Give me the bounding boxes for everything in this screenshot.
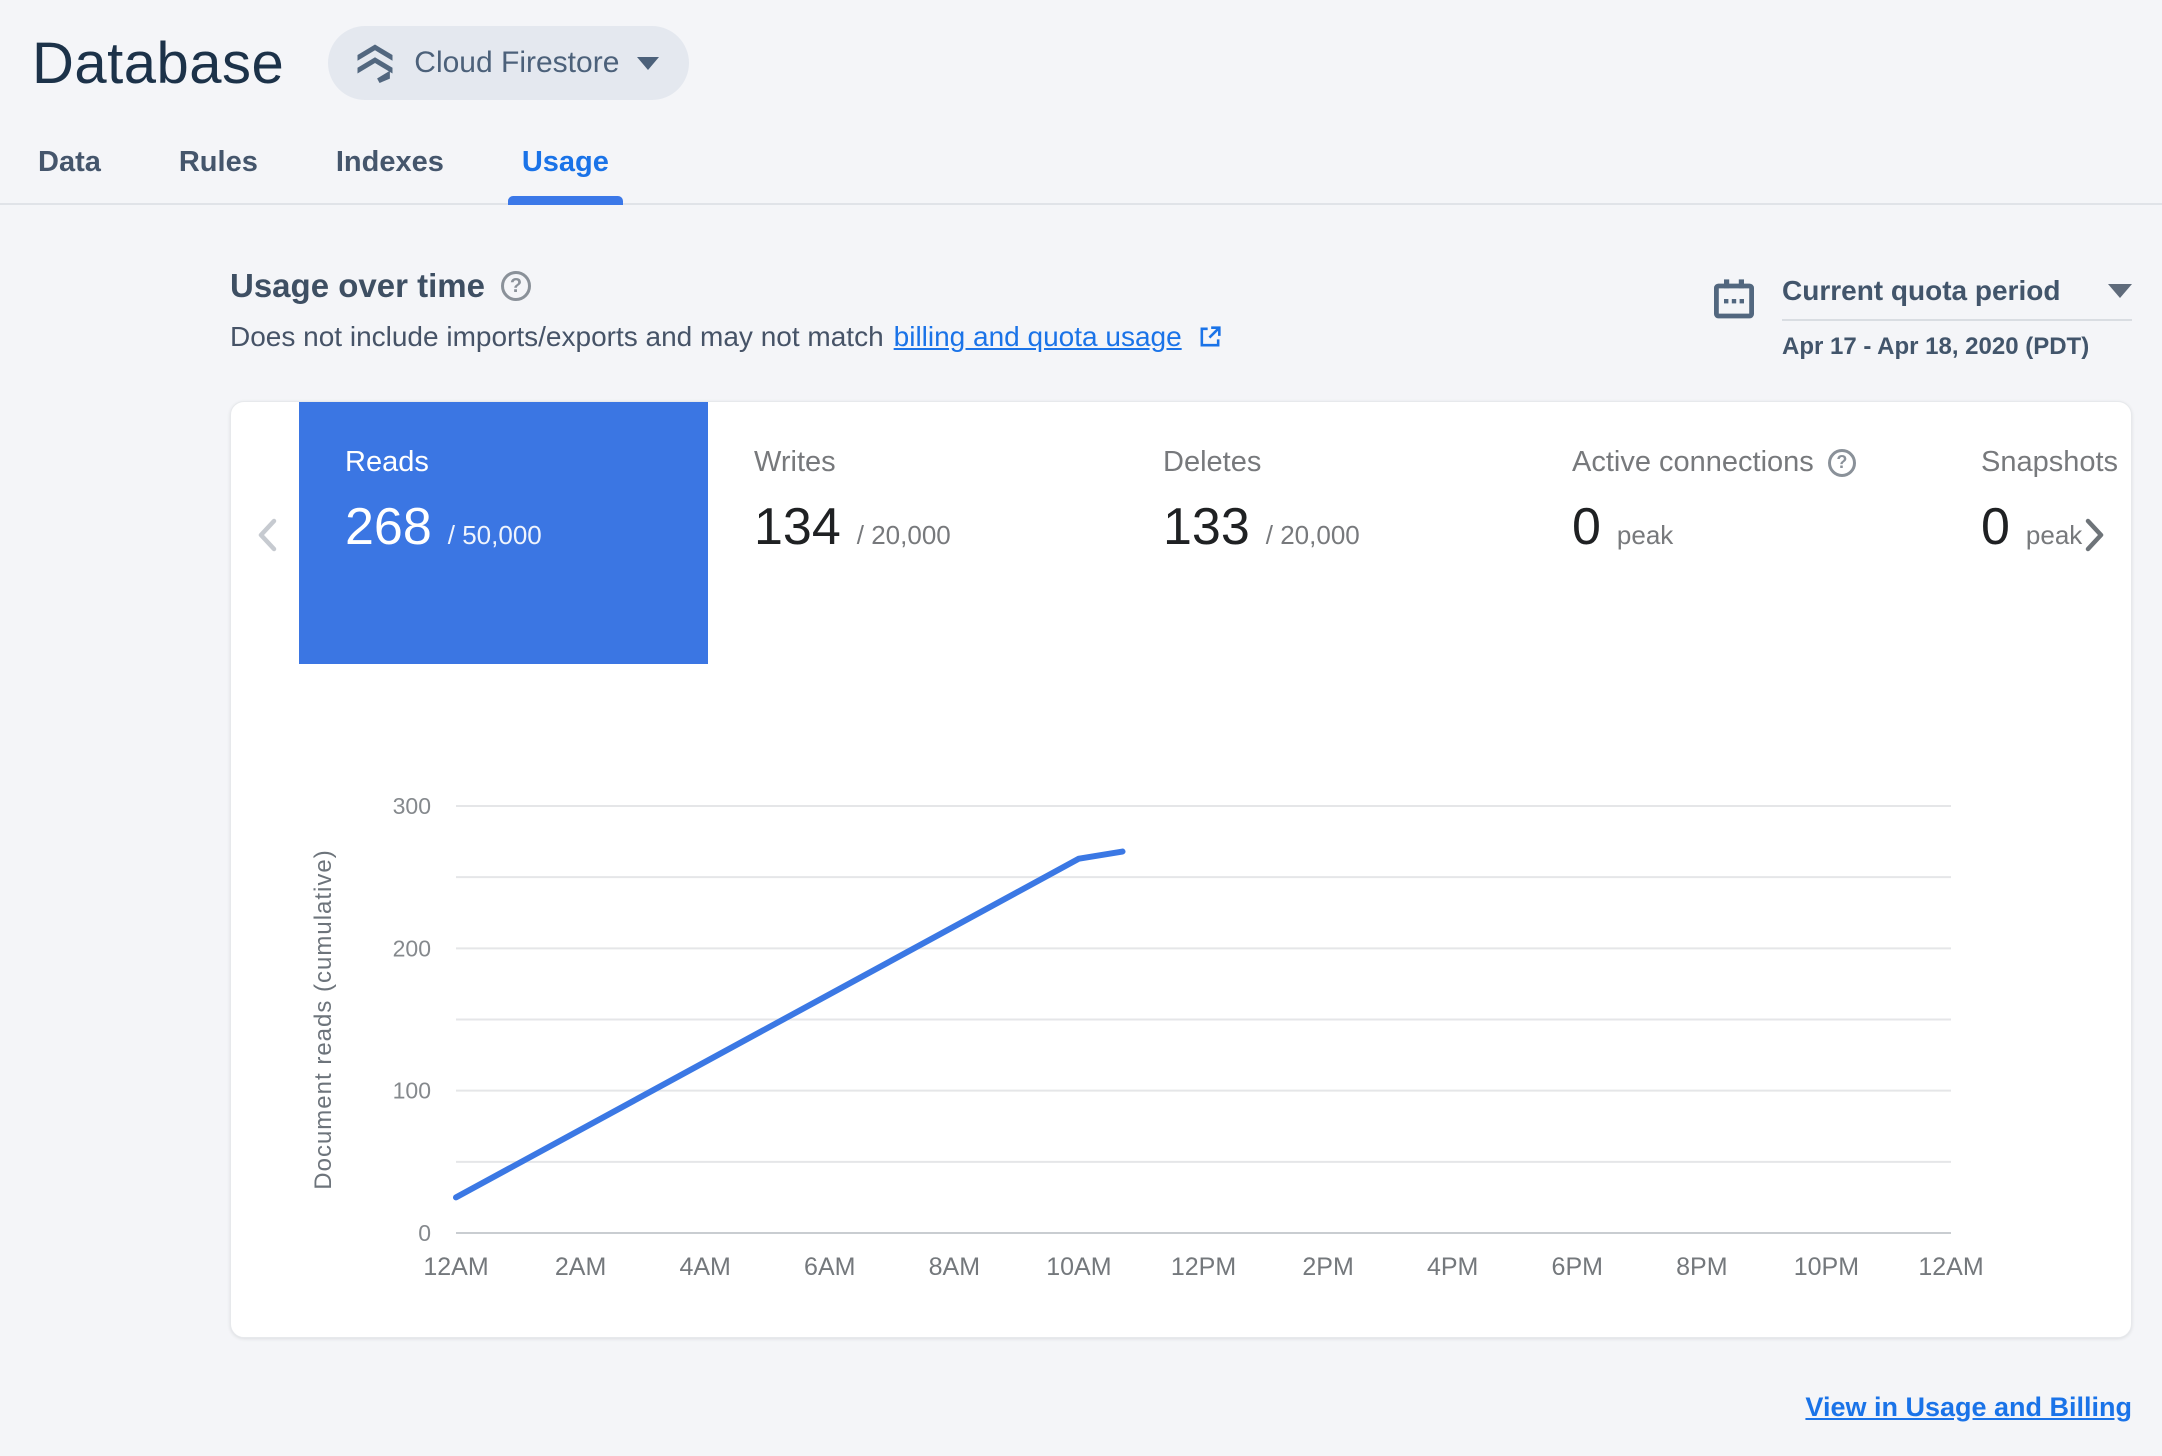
section-subtitle: Does not include imports/exports and may… [230,321,1224,353]
metric-card-value: 134 [754,498,841,556]
metric-card-label: Reads [345,446,429,478]
metric-card-writes[interactable]: Writes 134 / 20,000 [708,402,1117,664]
metric-card-active-connections[interactable]: Active connections? 0 peak [1526,402,1935,664]
tab-bar: Data Rules Indexes Usage [0,138,2162,205]
section-head: Usage over time ? Does not include impor… [230,267,2132,361]
svg-text:4AM: 4AM [679,1253,730,1281]
svg-text:2AM: 2AM [555,1253,606,1281]
metric-card-label: Snapshots [1981,446,2119,478]
cards-scroll-left-button[interactable] [245,512,293,560]
tab-rules[interactable]: Rules [173,138,264,203]
database-product-selector[interactable]: Cloud Firestore [328,26,690,100]
svg-text:100: 100 [393,1078,431,1104]
page-title: Database [32,30,285,96]
metric-card-value: 268 [345,498,432,556]
svg-text:12AM: 12AM [423,1253,488,1281]
usage-panel: Reads 268/ 50,000 Writes 134/ 20,000 Deletes… [230,401,2132,1338]
quota-period-dropdown[interactable]: Current quota period [1782,275,2132,321]
quota-period-selector: Current quota period Apr 17 - Apr 18, 20… [1710,275,2132,361]
metric-card-limit: peak [1616,520,1674,550]
tab-data[interactable]: Data [32,138,107,203]
page: Database Cloud Firestore Data Rules Indexe… [0,0,2162,1423]
svg-text:10PM: 10PM [1794,1253,1859,1281]
page-header: Database Cloud Firestore [0,0,2162,100]
metric-card-limit: / 20,000 [856,520,951,550]
metric-card-value: 133 [1163,498,1250,556]
chevron-down-icon [637,56,660,70]
svg-text:8AM: 8AM [929,1253,980,1281]
external-link-icon [1196,323,1224,351]
tab-usage[interactable]: Usage [507,138,623,205]
metric-card-label: Writes [754,446,836,478]
svg-text:6PM: 6PM [1552,1253,1603,1281]
calendar-icon [1710,275,1758,328]
metric-card-value: 0 [1572,498,1601,556]
section-title: Usage over time [230,267,485,304]
metric-cards-row: Reads 268/ 50,000 Writes 134/ 20,000 Deletes… [299,402,2131,664]
svg-text:4PM: 4PM [1427,1253,1478,1281]
metric-card-reads[interactable]: Reads 268 / 50,000 [299,402,708,664]
subtitle-text: Does not include imports/exports and may… [230,321,884,352]
section-head-left: Usage over time ? Does not include impor… [230,267,1224,353]
svg-text:200: 200 [393,935,431,961]
metric-card-label: Active connections? [1572,446,1935,479]
tab-indexes[interactable]: Indexes [330,138,450,203]
footer-row: View in Usage and Billing [230,1392,2132,1423]
view-usage-billing-link[interactable]: View in Usage and Billing [1805,1392,2132,1422]
svg-text:Document reads (cumulative): Document reads (cumulative) [310,849,337,1189]
metric-card-limit: / 20,000 [1265,520,1360,550]
quota-period-range: Apr 17 - Apr 18, 2020 (PDT) [1782,333,2090,360]
svg-text:10AM: 10AM [1046,1253,1111,1281]
quota-period-label: Current quota period [1782,275,2061,306]
svg-text:2PM: 2PM [1302,1253,1353,1281]
usage-content: Usage over time ? Does not include impor… [230,267,2132,1423]
svg-text:12AM: 12AM [1918,1253,1983,1281]
metric-card-value: 0 [1981,498,2010,556]
cards-scroll-right-button[interactable] [2069,512,2117,560]
metric-card-limit: / 50,000 [447,520,542,550]
help-icon[interactable]: ? [1827,448,1856,477]
metric-card-deletes[interactable]: Deletes 133 / 20,000 [1117,402,1526,664]
svg-text:300: 300 [393,793,431,819]
product-selector-label: Cloud Firestore [414,46,620,79]
chevron-down-icon [2108,284,2132,298]
usage-line-chart: 0 100 200 300 12AM 2AM 4AM 6AM 8AM 10AM 12PM 2PM 4PM… [231,742,2103,1307]
svg-text:6AM: 6AM [804,1253,855,1281]
svg-text:8PM: 8PM [1676,1253,1727,1281]
billing-quota-link[interactable]: billing and quota usage [894,321,1182,353]
cloud-firestore-icon [354,41,396,86]
svg-text:12PM: 12PM [1171,1253,1236,1281]
svg-text:0: 0 [418,1220,431,1246]
usage-help-icon[interactable]: ? [500,271,531,301]
metric-card-label: Deletes [1163,446,1262,478]
